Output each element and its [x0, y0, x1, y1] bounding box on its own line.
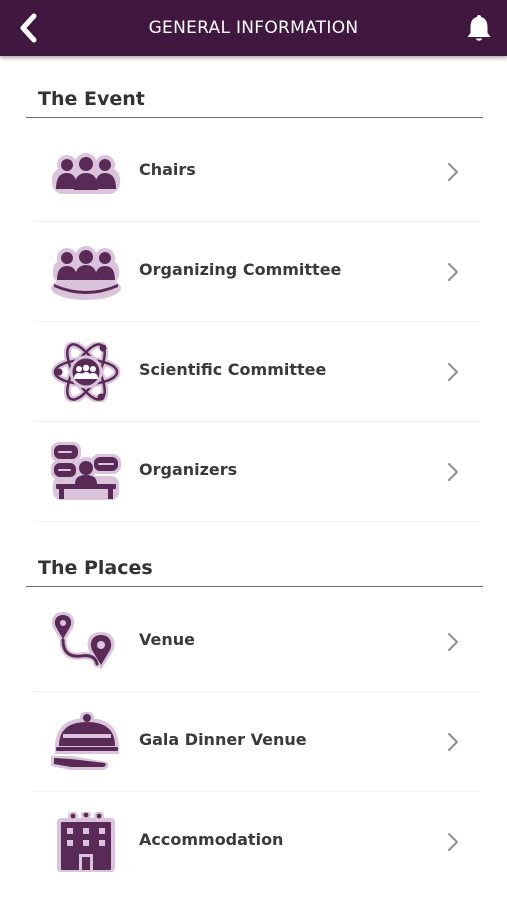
- chevron-right-icon: [448, 833, 458, 851]
- list-item-label: Venue: [139, 630, 195, 649]
- cloche-dinner-icon: [51, 712, 119, 770]
- list-item-organizers[interactable]: Organizers: [33, 422, 480, 522]
- list-item-accommodation[interactable]: Accommodation: [33, 792, 480, 892]
- chevron-right-icon: [448, 263, 458, 281]
- back-chevron-icon[interactable]: [14, 12, 44, 44]
- list-item-label: Gala Dinner Venue: [139, 730, 307, 749]
- section-title: The Event: [38, 88, 145, 110]
- list-item-label: Chairs: [139, 160, 196, 179]
- chevron-right-icon: [448, 733, 458, 751]
- speech-bubbles-desk-icon: [51, 442, 121, 500]
- hotel-building-icon: [57, 812, 115, 872]
- section-header-the-event: The Event: [26, 74, 483, 118]
- chevron-right-icon: [448, 163, 458, 181]
- map-route-pin-icon: [51, 612, 115, 670]
- list-item-label: Accommodation: [139, 830, 284, 849]
- list-item-label: Organizers: [139, 460, 238, 479]
- chairs-group-icon: [52, 153, 120, 194]
- list-item-chairs[interactable]: Chairs: [33, 122, 480, 222]
- top-app-bar: GENERAL INFORMATION: [0, 0, 507, 56]
- committee-table-icon: [51, 246, 121, 300]
- list-item-venue[interactable]: Venue: [33, 592, 480, 692]
- page-title: GENERAL INFORMATION: [148, 18, 359, 38]
- chevron-right-icon: [448, 363, 458, 381]
- list-item-scientific-committee[interactable]: Scientific Committee: [33, 322, 480, 422]
- chevron-right-icon: [448, 633, 458, 651]
- list-item-organizing-committee[interactable]: Organizing Committee: [33, 222, 480, 322]
- section-header-the-places: The Places: [26, 543, 483, 587]
- atom-group-icon: [51, 342, 121, 402]
- list-item-label: Scientific Committee: [139, 360, 327, 379]
- section-title: The Places: [38, 557, 153, 579]
- list-item-gala-dinner-venue[interactable]: Gala Dinner Venue: [33, 692, 480, 792]
- list-item-label: Organizing Committee: [139, 260, 342, 279]
- chevron-right-icon: [448, 463, 458, 481]
- bell-icon[interactable]: [463, 12, 495, 44]
